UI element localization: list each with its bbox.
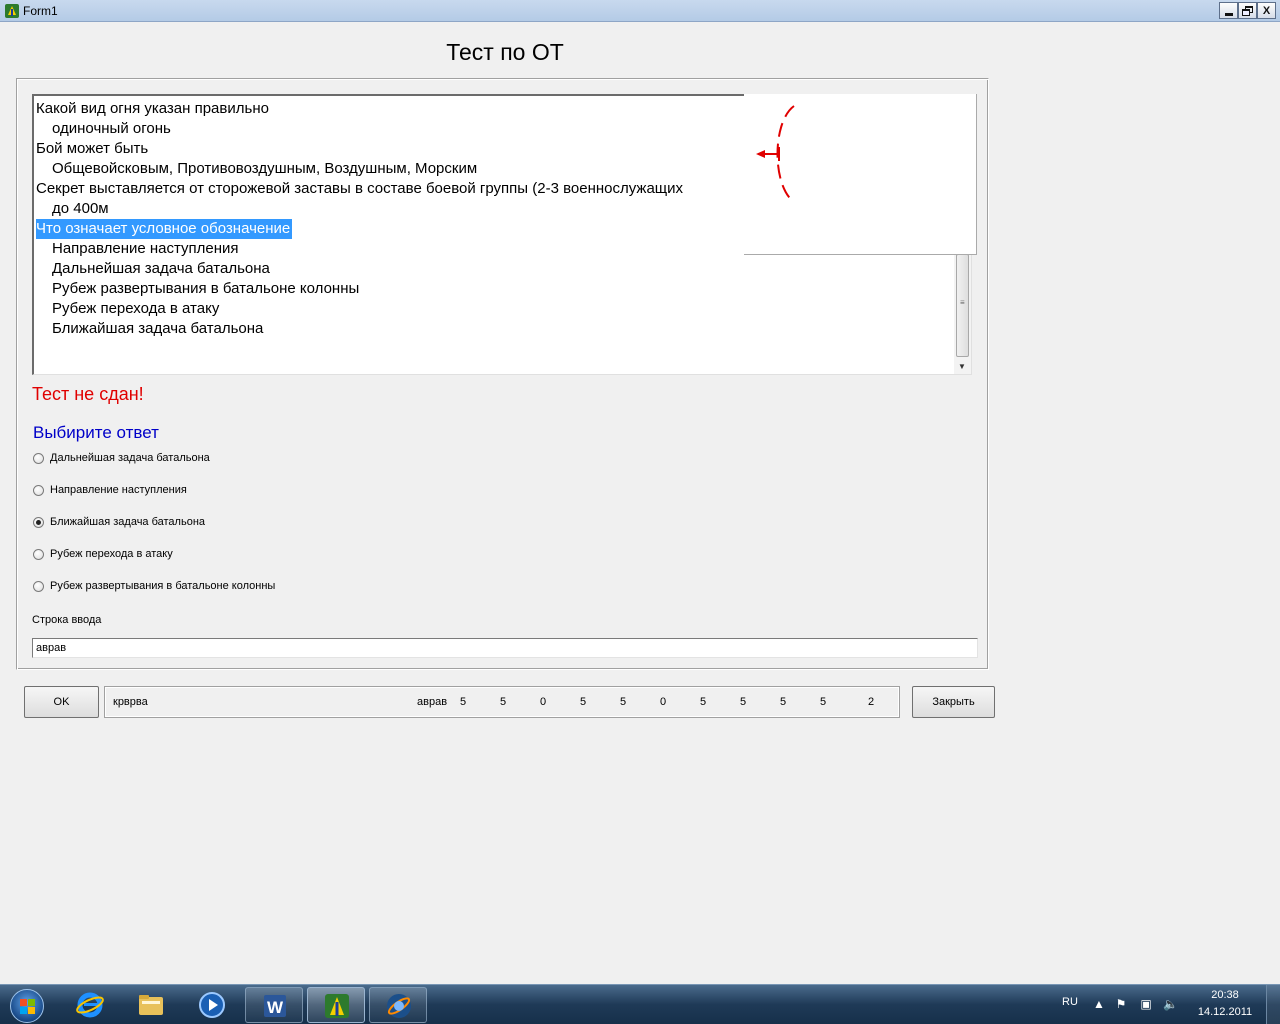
memo-line: Ближайшая задача батальона [36,319,956,339]
score-number: 5 [740,696,747,708]
close-window-button[interactable]: X [1257,2,1276,19]
app-icon [5,4,19,18]
restore-button[interactable] [1238,2,1257,19]
scroll-down-arrow-icon[interactable]: ▼ [958,362,966,371]
start-button[interactable] [2,986,52,1024]
memo-line-text: одиночный огонь [52,120,171,137]
answer-input[interactable] [32,638,978,658]
taskbar-form-app[interactable] [307,987,365,1023]
score-number: 5 [700,696,707,708]
memo-line-text: Общевойсковым, Противовоздушным, Воздушн… [52,160,478,177]
windows-logo-icon [10,989,44,1023]
memo-line-selected-text: Что означает условное обозначение [36,219,293,239]
explorer-folder-icon [139,995,163,1015]
word-icon: W [264,995,286,1017]
volume-icon[interactable]: 🔈 [1163,997,1178,1011]
taskbar-ie[interactable] [61,987,119,1023]
score-number: 5 [580,696,587,708]
answer-option-label: Направление наступления [50,484,187,496]
input-label: Строка ввода [32,614,102,626]
taskbar-explorer[interactable] [122,987,180,1023]
page-title: Тест по ОТ [446,39,564,65]
score-number: 0 [660,696,667,708]
show-desktop-button[interactable] [1266,985,1280,1024]
memo-line-text: Направление наступления [52,240,239,257]
question-image [744,94,977,255]
minimize-button[interactable] [1219,2,1238,19]
form-app-icon [325,994,349,1018]
choose-answer-label: Выбирите ответ [33,423,159,442]
radio-button[interactable] [33,549,44,560]
taskbar-word[interactable]: W [245,987,303,1023]
memo-line-text: до 400м [52,200,109,217]
score-number: 5 [460,696,467,708]
close-icon: X [1262,4,1271,17]
score-number: 5 [780,696,787,708]
answer-option-label: Дальнейшая задача батальона [50,452,210,464]
internet-explorer-icon [76,992,104,1018]
memo-line-text: Какой вид огня указан правильно [36,100,269,117]
answer-option-label: Рубеж развертывания в батальоне колонны [50,580,276,592]
taskbar: W RU ▲ ⚑ ▣ 🔈 20:38 14.12.2011 [0,984,1280,1024]
language-indicator[interactable]: RU [1062,996,1078,1008]
score-number: 5 [500,696,507,708]
memo-line-text: Ближайшая задача батальона [52,320,264,337]
clock-time[interactable]: 20:38 [1200,989,1250,1001]
taskbar-browser[interactable] [369,987,427,1023]
score-number: 5 [820,696,827,708]
action-center-flag-icon[interactable]: ⚑ [1114,997,1128,1011]
taskbar-media-player[interactable] [183,987,241,1023]
grip-icon: ≡ [960,298,965,307]
scroll-thumb[interactable]: ≡ [956,254,969,357]
title-bar[interactable]: Form1 X [0,0,1280,22]
media-player-icon [199,992,225,1018]
memo-line-text: Рубеж перехода в атаку [52,300,220,317]
memo-line: Рубеж развертывания в батальоне колонны [36,279,956,299]
memo-line-text: Рубеж развертывания в батальоне колонны [52,280,360,297]
ok-button[interactable]: OK [24,686,99,718]
network-icon[interactable]: ▣ [1139,997,1153,1011]
memo-line-text: Секрет выставляется от сторожевой застав… [36,180,684,197]
status-left-text: крврва [113,696,148,708]
result-status-text: Тест не сдан! [32,384,144,404]
radio-button[interactable] [33,581,44,592]
radio-button[interactable] [33,485,44,496]
score-number: 5 [620,696,627,708]
answer-option-label: Рубеж перехода в атаку [50,548,173,560]
answer-option-label: Ближайшая задача батальона [50,516,206,528]
status-panel: крврва аврав 5 5 0 5 5 0 5 5 5 5 2 [104,686,900,718]
memo-line-text: Дальнейшая задача батальона [52,260,270,277]
status-right-text: аврав [417,696,448,708]
memo-line: Рубеж перехода в атаку [36,299,956,319]
radio-button[interactable] [33,453,44,464]
radio-button[interactable] [33,517,44,528]
svg-text:W: W [267,998,284,1017]
clock-date[interactable]: 14.12.2011 [1190,1006,1260,1018]
browser-globe-icon [387,994,411,1018]
window-title: Form1 [23,4,58,18]
close-button[interactable]: Закрыть [912,686,995,718]
memo-line-text: Бой может быть [36,140,149,157]
score-number: 2 [868,696,875,708]
tactical-symbol-image [756,105,795,203]
show-hidden-icons-icon[interactable]: ▲ [1092,997,1106,1011]
score-number: 0 [540,696,547,708]
memo-line: Дальнейшая задача батальона [36,259,956,279]
